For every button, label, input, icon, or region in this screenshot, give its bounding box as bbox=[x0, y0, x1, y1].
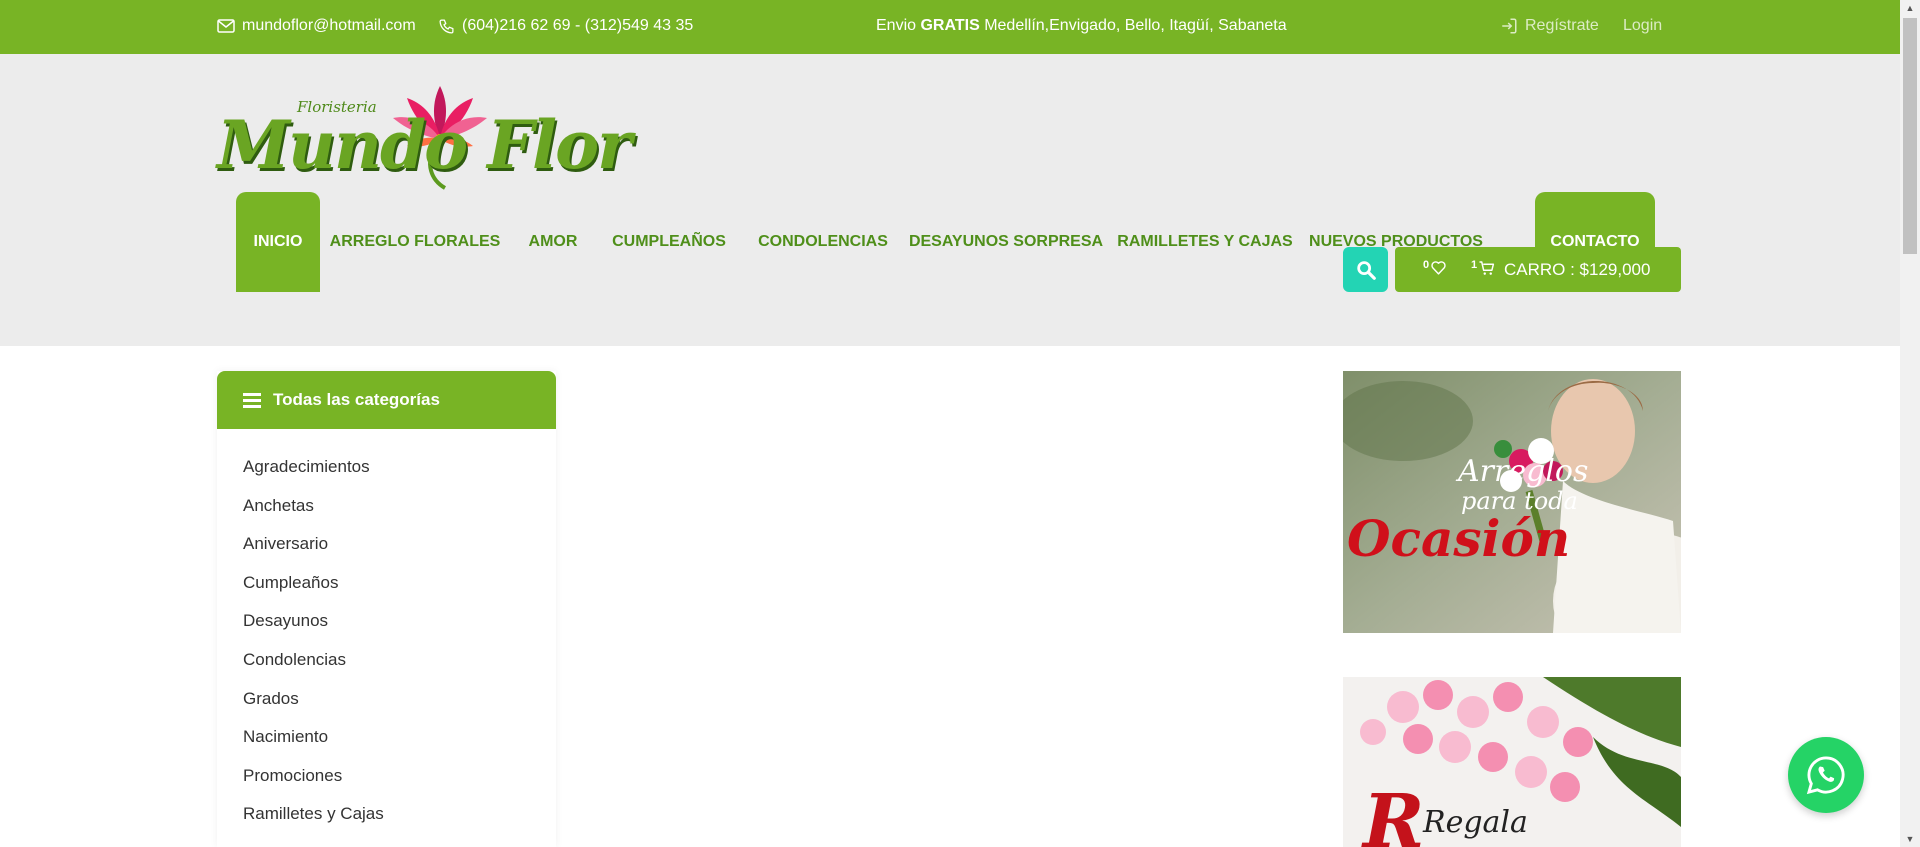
email-link[interactable]: mundoflor@hotmail.com bbox=[217, 17, 416, 35]
category-title: Todas las categorías bbox=[273, 390, 440, 409]
nav-item-condolencias[interactable]: CONDOLENCIAS bbox=[742, 192, 904, 292]
nav-item-desayunos-sorpresa[interactable]: DESAYUNOS SORPRESA bbox=[904, 192, 1108, 292]
shipping-suffix: Medellín,Envigado, Bello, Itagüí, Sabane… bbox=[984, 17, 1287, 34]
email-text: mundoflor@hotmail.com bbox=[242, 17, 416, 34]
whatsapp-button[interactable] bbox=[1788, 737, 1864, 813]
category-item-aniversario[interactable]: Aniversario bbox=[217, 534, 556, 573]
phone-icon bbox=[439, 18, 454, 34]
category-item-cumpleanos[interactable]: Cumpleaños bbox=[217, 573, 556, 612]
register-link[interactable]: Regístrate bbox=[1500, 17, 1599, 35]
nav-item-inicio[interactable]: INICIO bbox=[236, 192, 320, 292]
phone-text: (604)216 62 69 - (312)549 43 35 bbox=[462, 17, 694, 34]
shipping-notice: Envio GRATIS Medellín,Envigado, Bello, I… bbox=[876, 17, 1287, 35]
top-bar: mundoflor@hotmail.com (604)216 62 69 - (… bbox=[0, 0, 1900, 54]
banner-bride-image: Arreglos para toda Ocasión bbox=[1343, 371, 1681, 633]
cart-icon bbox=[1479, 261, 1495, 275]
site-logo[interactable]: Floristeria Mundo Flor bbox=[217, 84, 632, 196]
banner-regala[interactable]: R Regala bbox=[1343, 677, 1681, 847]
banner-one-line1: Arreglos bbox=[1455, 454, 1588, 489]
login-link[interactable]: Login bbox=[1623, 17, 1662, 35]
page-scrollbar[interactable]: ▲ ▼ bbox=[1900, 0, 1920, 847]
shipping-bold: GRATIS bbox=[920, 17, 980, 34]
category-item-nacimiento[interactable]: Nacimiento bbox=[217, 727, 556, 766]
nav-item-arreglo-florales[interactable]: ARREGLO FLORALES bbox=[320, 192, 510, 292]
banner-two-line1: Regala bbox=[1422, 805, 1528, 840]
wishlist-link[interactable]: 0 bbox=[1423, 259, 1447, 276]
scroll-thumb[interactable] bbox=[1903, 18, 1917, 254]
category-header[interactable]: Todas las categorías bbox=[217, 371, 556, 429]
phone-link[interactable]: (604)216 62 69 - (312)549 43 35 bbox=[438, 17, 693, 35]
category-item-ramilletes-y-cajas[interactable]: Ramilletes y Cajas bbox=[217, 804, 556, 843]
login-label: Login bbox=[1623, 17, 1663, 34]
cart-total: CARRO : $129,000 bbox=[1504, 260, 1651, 279]
cart-link[interactable]: 1 bbox=[1471, 259, 1496, 277]
nav-item-amor[interactable]: AMOR bbox=[510, 192, 596, 292]
site-header: Floristeria Mundo Flor INICIO ARREGLO FL… bbox=[0, 54, 1900, 346]
nav-item-ramilletes-y-cajas[interactable]: RAMILLETES Y CAJAS bbox=[1108, 192, 1302, 292]
heart-icon bbox=[1431, 261, 1446, 275]
category-list: Agradecimientos Anchetas Aniversario Cum… bbox=[217, 429, 556, 843]
sign-in-icon bbox=[1502, 18, 1517, 34]
svg-text:R: R bbox=[1361, 779, 1425, 847]
scroll-up-arrow-icon[interactable]: ▲ bbox=[1900, 0, 1920, 16]
category-item-promociones[interactable]: Promociones bbox=[217, 766, 556, 805]
category-item-anchetas[interactable]: Anchetas bbox=[217, 496, 556, 535]
register-label: Regístrate bbox=[1525, 17, 1599, 34]
banner-arreglos-ocasion[interactable]: Arreglos para toda Ocasión bbox=[1343, 371, 1681, 633]
shipping-prefix: Envio bbox=[876, 17, 917, 34]
logo-main-text: Mundo Flor bbox=[217, 106, 632, 184]
category-sidebar: Todas las categorías Agradecimientos Anc… bbox=[217, 371, 556, 847]
category-item-agradecimientos[interactable]: Agradecimientos bbox=[217, 457, 556, 496]
banner-one-line3: Ocasión bbox=[1347, 509, 1570, 568]
search-icon bbox=[1356, 260, 1376, 280]
mail-icon bbox=[217, 19, 235, 33]
search-button[interactable] bbox=[1343, 247, 1388, 292]
banner-roses-image: R Regala bbox=[1343, 677, 1681, 847]
scroll-down-arrow-icon[interactable]: ▼ bbox=[1900, 831, 1920, 847]
menu-icon bbox=[243, 392, 261, 408]
category-item-desayunos[interactable]: Desayunos bbox=[217, 611, 556, 650]
wishlist-count: 0 bbox=[1423, 259, 1430, 271]
category-item-condolencias[interactable]: Condolencias bbox=[217, 650, 556, 689]
cart-count: 1 bbox=[1471, 259, 1478, 271]
nav-item-cumpleanos[interactable]: CUMPLEAÑOS bbox=[596, 192, 742, 292]
whatsapp-icon bbox=[1806, 756, 1845, 795]
category-item-grados[interactable]: Grados bbox=[217, 689, 556, 728]
cart-bar[interactable]: 0 1 CARRO : $129,000 bbox=[1395, 247, 1681, 292]
